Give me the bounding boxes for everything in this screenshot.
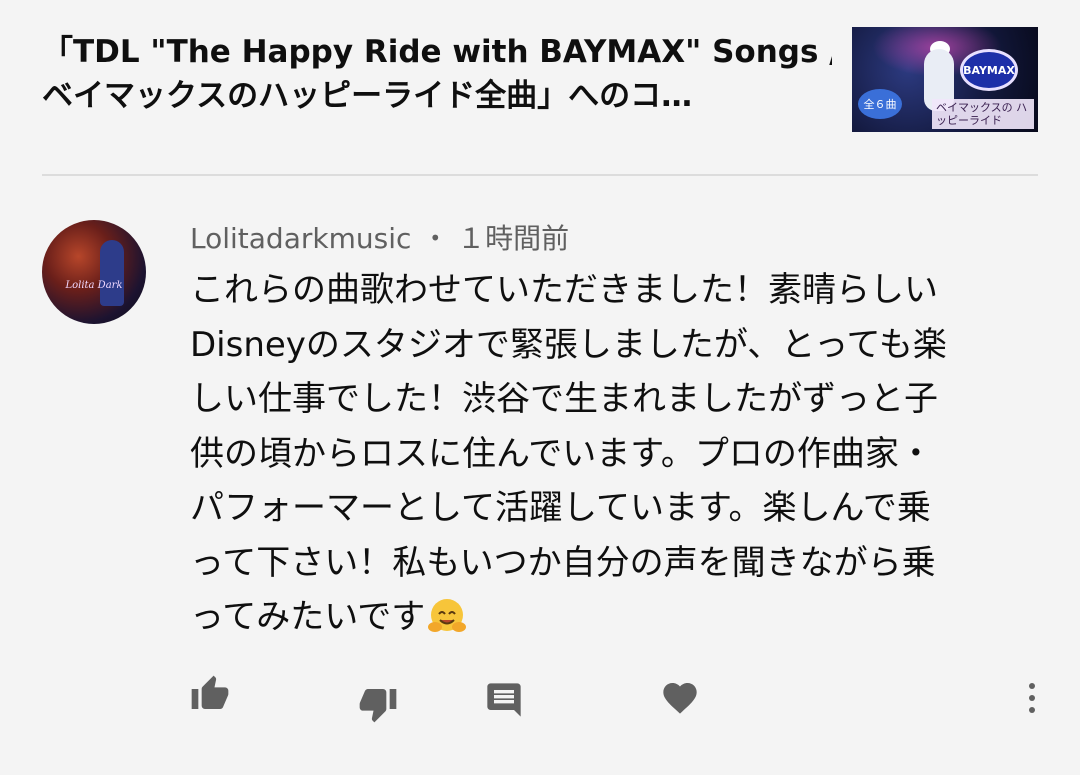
more-vertical-icon: [1029, 683, 1035, 713]
meta-separator: •: [429, 226, 442, 250]
thumbs-up-icon: [191, 675, 229, 709]
comment-line: しい仕事でした！渋谷で生まれましたがずっと子: [190, 379, 938, 419]
avatar-figure: [100, 240, 124, 306]
dislike-button[interactable]: [356, 684, 400, 724]
comment-line: これらの曲歌わせていただきました！素晴らしい: [190, 270, 938, 310]
video-title-line-1: 「TDL "The Happy Ride with BAYMAX" Songs …: [42, 34, 832, 70]
comment-meta: Lolitadarkmusic • １時間前: [190, 218, 569, 259]
video-thumbnail[interactable]: BAYMAX 全６曲 ベイマックスの ハッピーライド: [852, 27, 1038, 132]
comment-line: パフォーマーとして活躍しています。楽しんで乗: [190, 488, 931, 528]
like-button[interactable]: [188, 674, 232, 714]
comment-line: って下さい！私もいつか自分の声を聞きながら乗: [190, 542, 936, 583]
thumbs-down-icon: [359, 689, 397, 723]
comment-line-text: ってみたいです: [190, 597, 426, 637]
thumbnail-logo: BAYMAX: [960, 49, 1018, 91]
comment-detail-page: 「TDL "The Happy Ride with BAYMAX" Songs …: [0, 0, 1080, 775]
reply-comment-icon: [487, 683, 521, 717]
comment-line: 供の頃からロスに住んでいます。プロの作曲家・: [190, 433, 933, 474]
hugging-face-emoji-icon: [428, 599, 467, 632]
comment-body: これらの曲歌わせていただきました！素晴らしい Disneyのスタジオで緊張しまし…: [190, 263, 1020, 645]
comment-line-last: ってみたいです: [190, 590, 1020, 645]
thumbnail-badge: 全６曲: [858, 89, 902, 119]
avatar-text: Lolita Dark: [65, 280, 123, 291]
comment-author[interactable]: Lolitadarkmusic: [190, 222, 411, 255]
more-options-button[interactable]: [1016, 680, 1048, 720]
heart-button[interactable]: [660, 678, 700, 718]
comment-line: Disneyのスタジオで緊張しましたが、とっても楽: [190, 324, 947, 365]
comment-time: １時間前: [457, 222, 570, 255]
video-title-line-2: ベイマックスのハッピーライド全曲」へのコ…: [42, 78, 693, 114]
video-header[interactable]: 「TDL "The Happy Ride with BAYMAX" Songs …: [42, 30, 832, 118]
avatar[interactable]: Lolita Dark: [42, 220, 146, 324]
header-divider: [42, 174, 1038, 176]
video-title[interactable]: 「TDL "The Happy Ride with BAYMAX" Songs …: [42, 30, 832, 118]
reply-button[interactable]: [484, 680, 524, 720]
heart-icon: [663, 683, 697, 714]
thumbnail-caption: ベイマックスの ハッピーライド: [932, 99, 1034, 129]
